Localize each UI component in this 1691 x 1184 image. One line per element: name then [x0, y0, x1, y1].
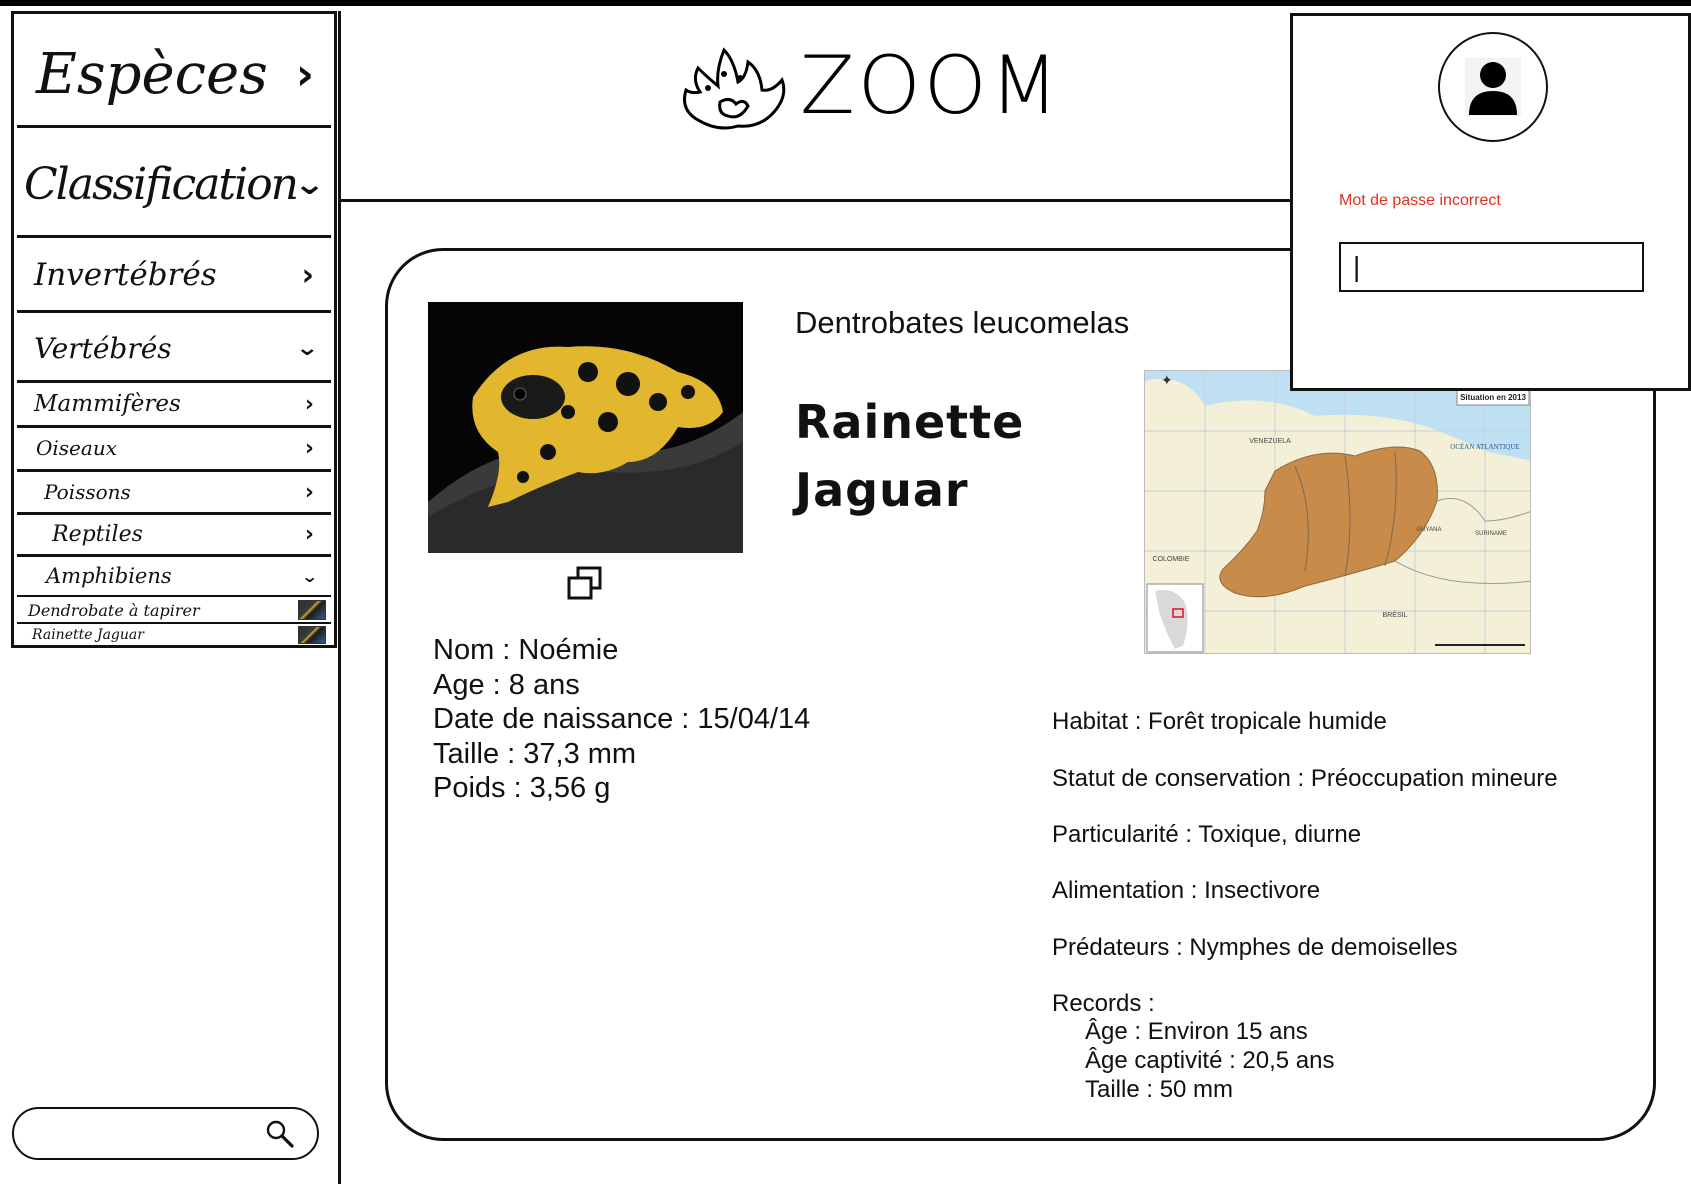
password-field[interactable] [1339, 242, 1644, 292]
species-thumbnail [298, 600, 326, 620]
chevron-right-icon: › [304, 391, 314, 417]
fact-habitat: Habitat : Forêt tropicale humide [1052, 708, 1387, 735]
map-label-bresil: BRÉSIL [1383, 610, 1408, 619]
svg-text:✦: ✦ [1161, 373, 1173, 389]
chevron-right-icon: › [304, 521, 314, 547]
individual-facts: Nom : Noémie Age : 8 ans Date de naissan… [433, 633, 810, 806]
magnifier-icon [266, 1120, 294, 1148]
sidebar-label-amphibiens: Amphibiens [46, 564, 172, 588]
login-popover: Mot de passe incorrect [1290, 13, 1691, 391]
sidebar-divider [17, 380, 331, 383]
sidebar-item-classification[interactable]: Classification ⌄ [14, 134, 334, 234]
fact-alimentation: Alimentation : Insectivore [1052, 877, 1321, 904]
chevron-down-icon: ⌄ [300, 566, 319, 586]
map-label-colombie: COLOMBIE [1153, 556, 1190, 563]
sidebar-divider [17, 235, 331, 238]
fact-poids: Poids : 3,56 g [433, 772, 611, 804]
sidebar-item-reptiles[interactable]: Reptiles › [14, 514, 334, 554]
map-label-suriname: SURINAME [1475, 531, 1507, 537]
sidebar-label-vertebres: Vertébrés [34, 331, 172, 365]
sidebar-label-leaf: Rainette Jaguar [32, 627, 144, 643]
sidebar: Espèces › Classification ⌄ Invertébrés ›… [11, 11, 337, 648]
avatar[interactable] [1438, 32, 1548, 142]
sidebar-label-leaf: Dendrobate à tapirer [28, 600, 200, 620]
map-label-situation: Situation en 2013 [1460, 393, 1526, 402]
fact-statut: Statut de conservation : Préoccupation m… [1052, 765, 1558, 792]
fact-age: Age : 8 ans [433, 668, 580, 701]
scientific-name: Dentrobates leucomelas [795, 305, 1130, 340]
search-input[interactable] [12, 1107, 319, 1160]
paw-icon [683, 47, 786, 130]
sidebar-item-oiseaux[interactable]: Oiseaux › [14, 428, 334, 468]
sidebar-item-amphibiens[interactable]: Amphibiens ⌄ [14, 556, 334, 596]
copy-icon[interactable] [566, 566, 604, 602]
sidebar-label-poissons: Poissons [44, 480, 131, 504]
record-taille: Taille : 50 mm [1085, 1076, 1234, 1103]
common-name: Rainette Jaguar [795, 395, 1025, 517]
login-error-message: Mot de passe incorrect [1339, 192, 1501, 209]
sidebar-label-invertebres: Invertébrés [34, 257, 217, 293]
fact-naissance: Date de naissance : 15/04/14 [433, 703, 811, 735]
chevron-down-icon: ⌄ [294, 335, 319, 361]
logo-wordmark: ZOOM [800, 39, 1062, 132]
top-border [0, 0, 1691, 6]
fact-taille: Taille : 37,3 mm [433, 737, 637, 770]
sidebar-label-especes: Espèces [36, 41, 268, 107]
chevron-down-icon: ⌄ [293, 166, 326, 202]
record-age-captivite: Âge captivité : 20,5 ans [1085, 1047, 1335, 1074]
sidebar-label-classification: Classification [24, 158, 299, 210]
app-logo[interactable]: ZOOM [678, 40, 1062, 132]
sidebar-item-poissons[interactable]: Poissons › [14, 472, 334, 512]
sidebar-divider [17, 125, 331, 128]
distribution-map: Situation en 2013 VENEZUELA OCÉAN ATLANT… [1144, 370, 1531, 654]
fact-nom: Nom : Noémie [433, 634, 619, 666]
chevron-right-icon: › [304, 435, 314, 461]
chevron-right-icon: › [295, 48, 314, 100]
sidebar-item-especes[interactable]: Espèces › [14, 22, 334, 126]
sidebar-label-oiseaux: Oiseaux [36, 436, 117, 460]
sidebar-leaf-dendrobate[interactable]: Dendrobate à tapirer [14, 598, 334, 622]
sidebar-leaf-rainette[interactable]: Rainette Jaguar [14, 624, 334, 646]
sidebar-label-reptiles: Reptiles [52, 521, 143, 547]
fact-predateurs: Prédateurs : Nymphes de demoiselles [1052, 934, 1458, 961]
map-label-ocean: OCÉAN ATLANTIQUE [1450, 443, 1519, 451]
species-photo [428, 302, 743, 553]
sidebar-item-mammiferes[interactable]: Mammifères › [14, 384, 334, 424]
fact-particularite: Particularité : Toxique, diurne [1052, 821, 1362, 848]
user-icon [1469, 62, 1517, 115]
sidebar-label-mammiferes: Mammifères [34, 391, 181, 417]
sidebar-item-invertebres[interactable]: Invertébrés › [14, 242, 334, 308]
map-label-guyana: GUYANA [1417, 527, 1442, 533]
species-thumbnail [298, 626, 326, 644]
sidebar-divider [17, 310, 331, 313]
records-title: Records : [1052, 990, 1155, 1017]
header-divider [341, 199, 1291, 202]
sidebar-divider [17, 595, 331, 597]
sidebar-divider-vertical [338, 11, 341, 1184]
chevron-right-icon: › [301, 257, 314, 293]
record-age: Âge : Environ 15 ans [1085, 1018, 1308, 1045]
map-label-venezuela: VENEZUELA [1249, 438, 1291, 445]
sidebar-item-vertebres[interactable]: Vertébrés ⌄ [14, 316, 334, 380]
chevron-right-icon: › [304, 479, 314, 505]
